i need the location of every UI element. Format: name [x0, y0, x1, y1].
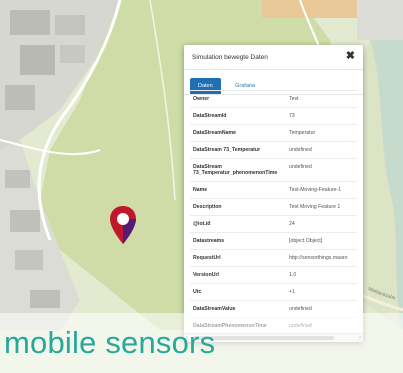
attribute-value: Test: [289, 96, 299, 102]
attribute-key: Description: [193, 204, 222, 210]
attribute-key: Owner: [193, 96, 210, 102]
popup-header: Simulation bewegte Daten ✖: [184, 45, 363, 70]
table-row: DataStream 73_Temperatur_phenomenonTime u…: [190, 158, 357, 181]
attribute-key: VersionUrl: [193, 272, 219, 278]
attribute-value: +1: [289, 289, 295, 295]
attribute-key: Utc: [193, 289, 202, 295]
attribute-key: @iot.id: [193, 221, 211, 227]
caption-text: mobile sensors: [4, 325, 216, 360]
attribute-value: 73: [289, 113, 295, 119]
table-row: Datastreams [object Object]: [190, 232, 357, 249]
table-row: Owner Test: [190, 90, 357, 107]
table-row: DataStreamName Temperatur: [190, 124, 357, 141]
attribute-key: Datastreams: [193, 238, 225, 244]
attribute-key: Name: [193, 187, 208, 193]
attribute-key: DataStream 73_Temperatur: [193, 147, 261, 153]
popup-title: Simulation bewegte Daten: [192, 54, 268, 61]
table-row: DataStream 73_Temperatur undefined: [190, 141, 357, 158]
table-row: VersionUrl 1.0: [190, 266, 357, 283]
table-row: Utc +1: [190, 283, 357, 300]
attribute-value: 24: [289, 221, 295, 227]
table-row: Description Test Moving Feature 1: [190, 198, 357, 215]
attribute-value: Test Moving Feature 1: [289, 204, 341, 210]
attribute-key: DataStreamName: [193, 130, 236, 136]
map-marker-icon[interactable]: [108, 204, 138, 251]
attribute-key: DataStream 73_Temperatur_phenomenonTime: [193, 164, 278, 176]
table-row: DataStreamId 73: [190, 107, 357, 124]
table-row: Name Test-Moving-Feature-1: [190, 181, 357, 198]
table-row: @iot.id 24: [190, 215, 357, 232]
attribute-table: Owner Test DataStreamId 73 DataStreamName T…: [190, 90, 357, 334]
table-row: RequestUrl http://sensorthings.maaro: [190, 249, 357, 266]
attribute-value: Test-Moving-Feature-1: [289, 187, 342, 193]
attribute-key: RequestUrl: [193, 255, 221, 261]
attribute-value: 1.0: [289, 272, 297, 278]
feature-info-popup: Simulation bewegte Daten ✖ Daten Grafana…: [184, 45, 363, 342]
attribute-key: DataStreamId: [193, 113, 227, 119]
close-icon[interactable]: ✖: [346, 50, 355, 62]
attribute-value: undefined: [289, 164, 312, 170]
attribute-value: Temperatur: [289, 130, 316, 136]
attribute-value: [object Object]: [289, 238, 323, 244]
attribute-value: http://sensorthings.maaro: [289, 255, 348, 261]
attribute-value: undefined: [289, 147, 312, 153]
